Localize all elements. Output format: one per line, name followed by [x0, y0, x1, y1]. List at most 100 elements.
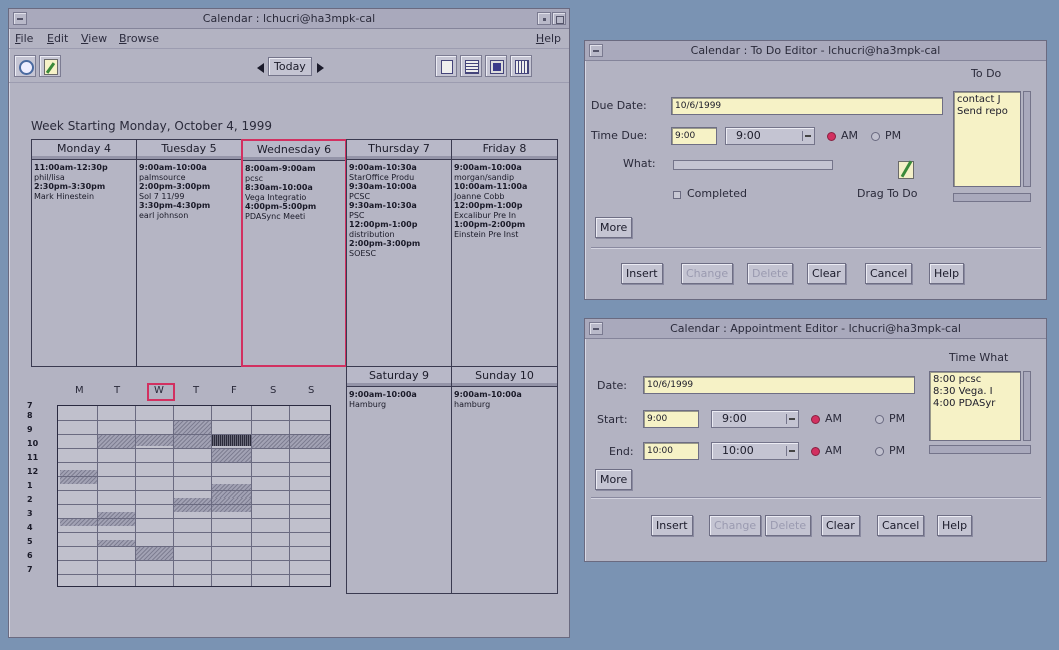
main-titlebar[interactable]: Calendar : lchucri@ha3mpk-cal — [9, 9, 569, 29]
day-header[interactable]: Sunday 10 — [452, 367, 557, 387]
appointment-title[interactable]: Einstein Pre Inst — [452, 230, 557, 240]
prev-week-arrow-icon[interactable] — [257, 63, 264, 73]
menu-file[interactable]: File — [15, 32, 33, 45]
appointment-time[interactable]: 4:00pm-5:00pm — [243, 202, 345, 212]
year-view-icon[interactable] — [510, 55, 532, 77]
list-item[interactable]: Send repo — [957, 106, 1017, 118]
insert-button[interactable]: Insert — [621, 263, 663, 284]
due-date-field[interactable]: 10/6/1999 — [671, 97, 943, 115]
appointment-time[interactable]: 11:00am-12:30p — [32, 163, 136, 173]
appointment-title[interactable]: PSC — [347, 211, 451, 221]
appointment-title[interactable]: Vega Integratio — [243, 193, 345, 203]
appointment-title[interactable]: hamburg — [452, 400, 557, 410]
day-header[interactable]: Saturday 9 — [347, 367, 451, 387]
end-pm-radio[interactable] — [875, 447, 884, 456]
todo-icon[interactable] — [39, 55, 61, 77]
end-am-radio[interactable] — [811, 447, 820, 456]
today-button[interactable]: Today — [268, 57, 312, 76]
appointment-title[interactable]: SOESC — [347, 249, 451, 259]
appointment-title[interactable]: morgan/sandip — [452, 173, 557, 183]
end-time-combo[interactable]: 10:00 — [711, 442, 799, 460]
appointment-time[interactable]: 2:00pm-3:00pm — [347, 239, 451, 249]
appointment-time[interactable]: 12:00pm-1:00p — [347, 220, 451, 230]
list-item[interactable]: 4:00 PDASyr — [933, 398, 1017, 410]
appointment-title[interactable]: StarOffice Produ — [347, 173, 451, 183]
todo-list[interactable]: contact J Send repo — [953, 91, 1021, 187]
appointment-title[interactable]: pcsc — [243, 174, 345, 184]
appointment-time[interactable]: 9:00am-10:00a — [452, 390, 557, 400]
appointment-time[interactable]: 8:30am-10:00a — [243, 183, 345, 193]
completed-checkbox[interactable] — [673, 191, 681, 199]
cancel-button[interactable]: Cancel — [865, 263, 913, 284]
appointment-title[interactable]: Mark Hinestein — [32, 192, 136, 202]
day-column-tuesday[interactable]: Tuesday 5 9:00am-10:00a palmsource 2:00pm-… — [136, 139, 242, 367]
date-field[interactable]: 10/6/1999 — [643, 376, 915, 394]
appointment-title[interactable]: earl johnson — [137, 211, 241, 221]
delete-button[interactable]: Delete — [747, 263, 794, 284]
menu-edit[interactable]: Edit — [47, 32, 68, 45]
end-time-field[interactable]: 10:00 — [643, 442, 699, 460]
appointment-title[interactable]: PDASync Meeti — [243, 212, 345, 222]
week-glance-grid[interactable]: M T W T F S S 7 8 9 10 11 12 1 2 3 4 5 6… — [23, 381, 341, 596]
chevron-down-icon[interactable] — [802, 131, 811, 141]
menu-view[interactable]: View — [81, 32, 107, 45]
day-header[interactable]: Thursday 7 — [347, 140, 451, 160]
help-button[interactable]: Help — [929, 263, 965, 284]
pm-radio[interactable] — [871, 132, 880, 141]
appointment-clock-icon[interactable] — [14, 55, 36, 77]
appt-list-vscroll[interactable] — [1023, 371, 1031, 441]
day-header[interactable]: Friday 8 — [452, 140, 557, 160]
day-column-wednesday[interactable]: Wednesday 6 8:00am-9:00am pcsc 8:30am-10:0… — [241, 139, 347, 367]
clear-button[interactable]: Clear — [807, 263, 846, 284]
day-header[interactable]: Wednesday 6 — [243, 141, 345, 161]
start-time-field[interactable]: 9:00 — [643, 410, 699, 428]
appointment-time[interactable]: 9:00am-10:00a — [137, 163, 241, 173]
start-pm-radio[interactable] — [875, 415, 884, 424]
chevron-down-icon[interactable] — [786, 414, 795, 424]
appointment-time[interactable]: 9:00am-10:30a — [347, 163, 451, 173]
appointment-time[interactable]: 12:00pm-1:00p — [452, 201, 557, 211]
cancel-button[interactable]: Cancel — [877, 515, 925, 536]
insert-button[interactable]: Insert — [651, 515, 693, 536]
minimize-icon[interactable] — [537, 12, 551, 25]
start-time-combo[interactable]: 9:00 — [711, 410, 799, 428]
appointment-list[interactable]: 8:00 pcsc 8:30 Vega. I 4:00 PDASyr — [929, 371, 1021, 441]
day-column-saturday[interactable]: Saturday 9 9:00am-10:00a Hamburg — [346, 366, 452, 594]
start-am-radio[interactable] — [811, 415, 820, 424]
appointment-time[interactable]: 8:00am-9:00am — [243, 164, 345, 174]
time-due-combo[interactable]: 9:00 — [725, 127, 815, 145]
appt-list-hscroll[interactable] — [929, 445, 1031, 454]
appointment-time[interactable]: 9:30am-10:30a — [347, 201, 451, 211]
day-column-monday[interactable]: Monday 4 11:00am-12:30p phil/lisa 2:30pm-3… — [31, 139, 137, 367]
appointment-title[interactable]: distribution — [347, 230, 451, 240]
appointment-titlebar[interactable]: Calendar : Appointment Editor - lchucri@… — [585, 319, 1046, 339]
day-view-icon[interactable] — [435, 55, 457, 77]
appointment-title[interactable]: Sol 7 11/99 — [137, 192, 241, 202]
next-week-arrow-icon[interactable] — [317, 63, 324, 73]
appointment-title[interactable]: phil/lisa — [32, 173, 136, 183]
appointment-time[interactable]: 10:00am-11:00a — [452, 182, 557, 192]
day-header[interactable]: Monday 4 — [32, 140, 136, 160]
todo-list-hscroll[interactable] — [953, 193, 1031, 202]
appointment-title[interactable]: Excalibur Pre In — [452, 211, 557, 221]
week-view-icon[interactable] — [460, 55, 482, 77]
list-item[interactable]: 8:30 Vega. I — [933, 386, 1017, 398]
appointment-time[interactable]: 9:00am-10:00a — [452, 163, 557, 173]
appointment-title[interactable]: PCSC — [347, 192, 451, 202]
window-menu-icon[interactable] — [13, 12, 27, 25]
appointment-title[interactable]: Joanne Cobb — [452, 192, 557, 202]
list-item[interactable]: 8:00 pcsc — [933, 374, 1017, 386]
appointment-time[interactable]: 9:00am-10:00a — [347, 390, 451, 400]
day-column-friday[interactable]: Friday 8 9:00am-10:00a morgan/sandip 10:00… — [451, 139, 558, 367]
appointment-time[interactable]: 2:00pm-3:00pm — [137, 182, 241, 192]
list-item[interactable]: contact J — [957, 94, 1017, 106]
menu-browse[interactable]: Browse — [119, 32, 159, 45]
day-header[interactable]: Tuesday 5 — [137, 140, 241, 160]
appointment-title[interactable]: palmsource — [137, 173, 241, 183]
change-button[interactable]: Change — [709, 515, 762, 536]
change-button[interactable]: Change — [681, 263, 734, 284]
appointment-time[interactable]: 3:30pm-4:30pm — [137, 201, 241, 211]
month-view-icon[interactable] — [485, 55, 507, 77]
maximize-icon[interactable] — [552, 12, 566, 25]
todo-list-vscroll[interactable] — [1023, 91, 1031, 187]
